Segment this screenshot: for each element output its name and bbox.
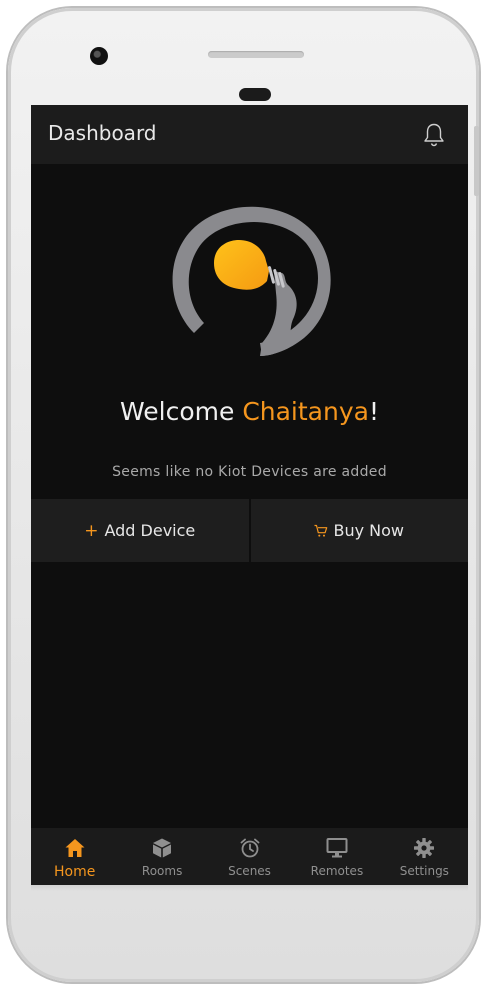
- nav-label: Scenes: [228, 864, 271, 878]
- kiot-bulb-logo: [172, 206, 331, 356]
- phone-side-button: [474, 126, 479, 196]
- nav-home[interactable]: Home: [31, 828, 118, 885]
- notification-bell-icon[interactable]: [422, 122, 446, 148]
- page-title: Dashboard: [48, 121, 157, 145]
- app-bar: Dashboard: [31, 105, 468, 164]
- user-name: Chaitanya: [242, 397, 369, 426]
- cart-icon: [314, 524, 328, 537]
- monitor-icon: [326, 838, 348, 858]
- app-screen: Dashboard Welcome Chaitanya! Seems like …: [31, 105, 468, 885]
- nav-remotes[interactable]: Remotes: [293, 828, 380, 885]
- cube-icon: [153, 838, 172, 858]
- welcome-suffix: !: [368, 397, 379, 426]
- nav-settings[interactable]: Settings: [381, 828, 468, 885]
- front-camera: [90, 47, 108, 65]
- buy-now-button[interactable]: Buy Now: [250, 499, 468, 562]
- action-buttons: + Add Device Buy Now: [31, 499, 468, 562]
- nav-rooms[interactable]: Rooms: [118, 828, 205, 885]
- add-device-label: Add Device: [104, 521, 196, 540]
- welcome-prefix: Welcome: [120, 397, 243, 426]
- screen-bottom-edge: [31, 885, 468, 891]
- home-icon: [65, 839, 85, 857]
- alarm-clock-icon: [240, 838, 259, 858]
- add-device-button[interactable]: + Add Device: [31, 499, 249, 562]
- buy-now-label: Buy Now: [333, 521, 404, 540]
- proximity-sensor: [239, 88, 271, 101]
- welcome-message: Welcome Chaitanya!: [31, 397, 468, 426]
- nav-scenes[interactable]: Scenes: [206, 828, 293, 885]
- empty-state-text: Seems like no Kiot Devices are added: [112, 464, 387, 480]
- nav-label: Home: [54, 864, 96, 880]
- nav-label: Remotes: [310, 864, 364, 878]
- earpiece-speaker: [208, 51, 304, 58]
- nav-label: Rooms: [141, 864, 183, 878]
- nav-label: Settings: [399, 864, 449, 878]
- gear-icon: [414, 838, 435, 858]
- plus-icon: +: [84, 520, 99, 541]
- bottom-navigation: Home Rooms Scenes Remotes Settings: [31, 828, 468, 885]
